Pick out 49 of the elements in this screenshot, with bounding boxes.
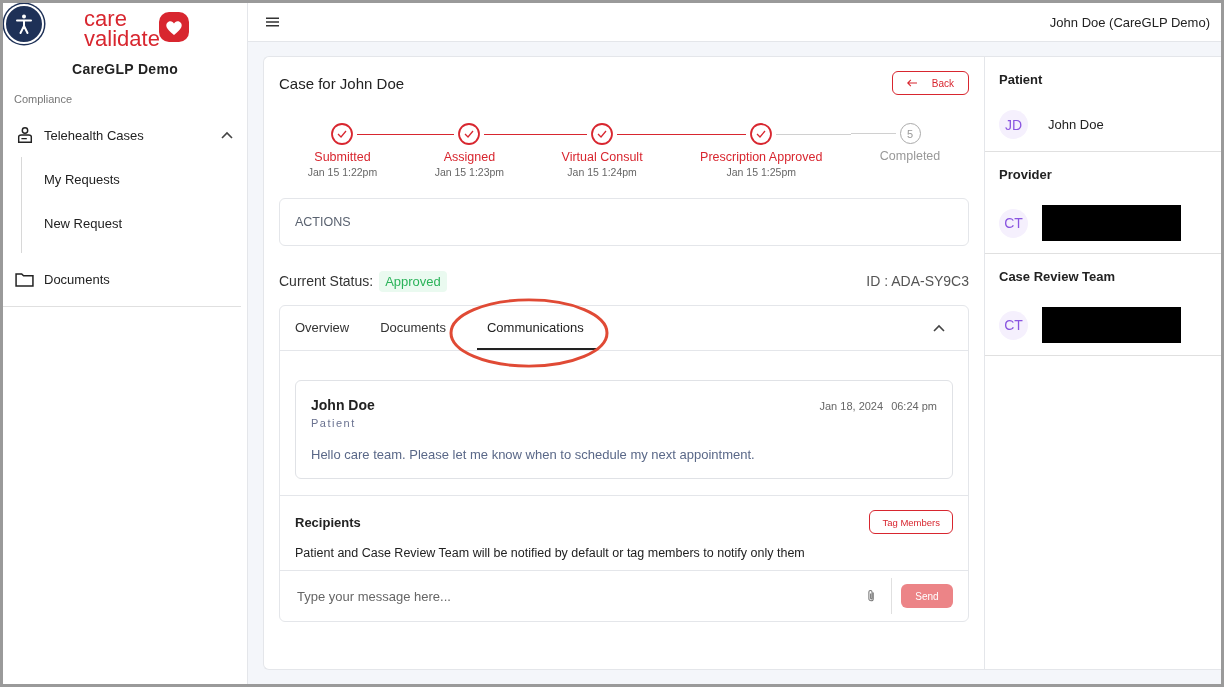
case-title: Case for John Doe	[279, 74, 405, 92]
message-time: 06:24 pm	[891, 400, 937, 412]
status-badge: Approved	[379, 270, 447, 292]
step-label: Assigned	[443, 150, 496, 164]
person-icon	[16, 126, 34, 144]
step-time: Jan 15 1:24pm	[567, 166, 637, 178]
tab[interactable]: Overview	[295, 306, 365, 350]
panel-heading: Provider	[999, 167, 1053, 182]
paperclip-icon[interactable]	[866, 589, 877, 603]
message-text: Hello care team. Please let me know when to schedule my next appointment.	[311, 447, 756, 462]
step-label: Submitted	[314, 150, 371, 164]
folder-icon	[15, 272, 34, 287]
arrow-left-icon	[907, 78, 918, 88]
nav-subitem[interactable]: New Request	[22, 201, 247, 245]
back-button[interactable]: Back	[892, 71, 969, 95]
step-time: Jan 15 1:23pm	[434, 166, 505, 178]
initials-avatar: CT	[999, 310, 1028, 340]
actions-panel[interactable]: ACTIONS	[279, 198, 969, 246]
recipients-heading: Recipients	[295, 514, 361, 530]
user-name[interactable]: John Doe (CareGLP Demo)	[1049, 14, 1210, 30]
status-label: Current Status:	[279, 273, 374, 289]
chevron-icon	[221, 131, 233, 139]
message-input[interactable]: Type your message here...	[295, 587, 866, 605]
recipients-note: Patient and Case Review Team will be notified by default or tag members to notify only them	[295, 546, 806, 560]
section-label: Compliance	[14, 93, 74, 105]
menu-icon[interactable]	[266, 17, 279, 27]
case-id: ID : ADA-SY9C3	[866, 273, 969, 289]
step-label: Virtual Consult	[561, 150, 643, 164]
panel-heading: Case Review Team	[999, 269, 1117, 284]
step-time: Jan 15 1:22pm	[307, 166, 378, 178]
initials-avatar: JD	[999, 110, 1028, 139]
message-role: Patient	[311, 417, 357, 429]
tag-members-button[interactable]: Tag Members	[869, 510, 953, 534]
step-label: Completed	[879, 149, 941, 163]
step-label: Prescription Approved	[700, 150, 823, 164]
accessibility-button[interactable]	[4, 4, 44, 44]
tab[interactable]: Documents	[380, 306, 461, 350]
member-name: John Doe	[1048, 117, 1104, 132]
logo: care validate	[84, 9, 190, 49]
nav-item[interactable]: Documents	[3, 253, 241, 307]
organization-name: CareGLP Demo	[70, 61, 179, 77]
message-date: Jan 18, 2024	[819, 400, 884, 412]
panel-heading: Patient	[999, 72, 1044, 87]
step-time: Jan 15 1:25pm	[726, 166, 796, 178]
nav-item[interactable]: Telehealth Cases	[3, 113, 247, 157]
nav-subitem[interactable]: My Requests	[22, 157, 247, 201]
message-author: John Doe	[311, 397, 376, 413]
chevron-up-icon[interactable]	[933, 324, 945, 332]
initials-avatar: CT	[999, 208, 1028, 238]
